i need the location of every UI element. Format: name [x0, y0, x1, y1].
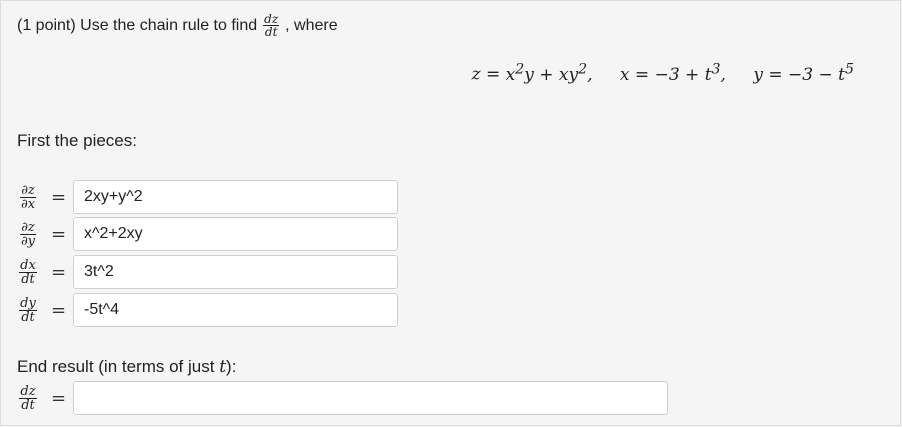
- equals-sign: =: [51, 186, 67, 208]
- partial-z-x-fraction: ∂z ∂x: [20, 182, 36, 212]
- end-result-input[interactable]: [73, 381, 668, 415]
- end-result-row: dz dt =: [17, 380, 668, 416]
- question-suffix: , where: [285, 16, 338, 34]
- dx-dt-fraction: dx dt: [19, 257, 37, 287]
- pieces-label: First the pieces:: [17, 131, 137, 150]
- equals-sign: =: [51, 299, 67, 321]
- partial-z-y-fraction: ∂z ∂y: [20, 219, 36, 249]
- piece-row-dz-dx: ∂z ∂x = 2xy+y^2: [17, 179, 398, 215]
- answer-input-dy-dt[interactable]: -5t^4: [73, 293, 398, 327]
- answer-input-dz-dx[interactable]: 2xy+y^2: [73, 180, 398, 214]
- question-prefix: (1 point) Use the chain rule to find: [17, 16, 258, 34]
- question-text: (1 point) Use the chain rule to find dz …: [17, 13, 338, 38]
- piece-row-dz-dy: ∂z ∂y = x^2+2xy: [17, 216, 398, 252]
- answer-input-dx-dt[interactable]: 3t^2: [73, 255, 398, 289]
- answer-input-dz-dy[interactable]: x^2+2xy: [73, 217, 398, 251]
- equation-y: y = −3 − t5: [753, 61, 854, 85]
- given-equations: z = x2y + xy2, x = −3 + t3, y = −3 − t5: [472, 61, 854, 85]
- equation-z: z = x2y + xy2,: [471, 61, 593, 85]
- piece-row-dy-dt: dy dt = -5t^4: [17, 292, 398, 328]
- dz-dt-fraction: dz dt: [263, 12, 280, 39]
- piece-row-dx-dt: dx dt = 3t^2: [17, 254, 398, 290]
- problem-panel: (1 point) Use the chain rule to find dz …: [0, 0, 901, 426]
- equals-sign: =: [51, 387, 67, 409]
- equation-x: x = −3 + t3,: [619, 61, 726, 85]
- equals-sign: =: [51, 261, 67, 283]
- dz-dt-result-fraction: dz dt: [19, 383, 37, 413]
- end-result-label: End result (in terms of just t):: [17, 357, 237, 377]
- dy-dt-fraction: dy dt: [19, 295, 37, 325]
- equals-sign: =: [51, 223, 67, 245]
